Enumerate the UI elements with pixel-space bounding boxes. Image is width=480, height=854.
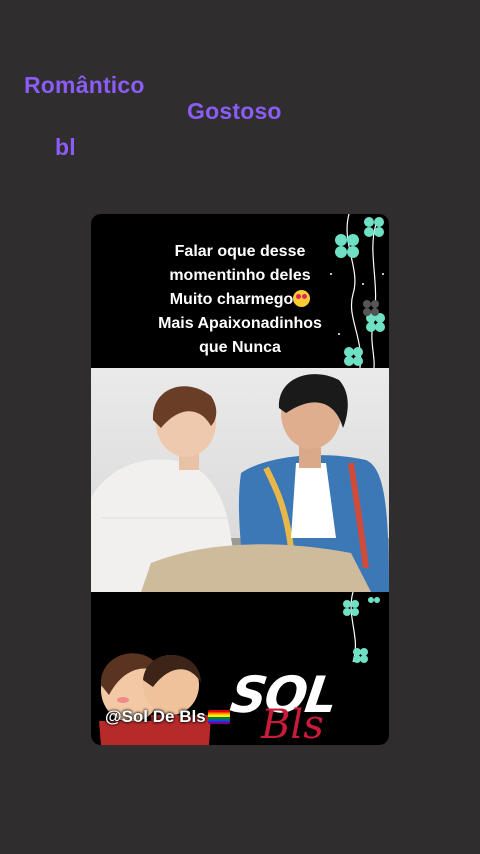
caption-line-4: Mais Apaixonadinhos [158, 315, 322, 332]
author-handle-text: @Sol De Bls [105, 707, 206, 726]
caption-line-1: Falar oque desse [174, 243, 306, 260]
heart-eyes-icon [293, 290, 311, 307]
logo-bls: Bls [261, 702, 324, 745]
post-photo[interactable] [91, 368, 389, 592]
post-caption: Falar oque desse momentinho deles Muito … [91, 240, 389, 360]
caption-line-2: momentinho deles [169, 267, 311, 284]
caption-line-5: que Nunca [199, 339, 281, 356]
rainbow-flag-icon [207, 710, 230, 724]
tag-romantico: Romântico [24, 72, 145, 98]
post-card[interactable]: Falar oque desse momentinho deles Muito … [91, 214, 389, 745]
caption-line-3: Muito charmego [169, 291, 294, 308]
tag-gostoso: Gostoso [187, 98, 282, 124]
tag-bl: bl [55, 134, 76, 160]
kiss-couple-sticker [99, 653, 211, 745]
author-handle[interactable]: @Sol De Bls [105, 707, 230, 727]
